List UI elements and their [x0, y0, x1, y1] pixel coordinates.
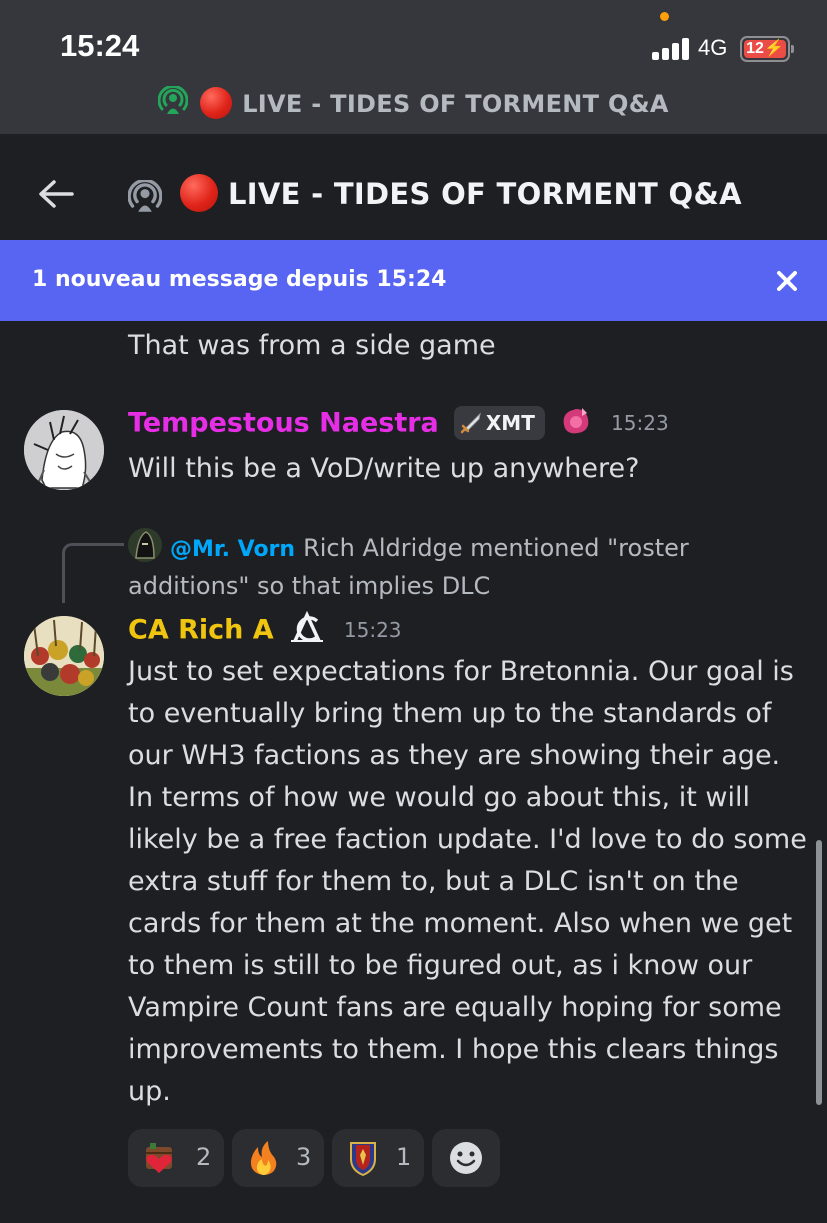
new-messages-text: 1 nouveau message depuis 15:24 — [32, 267, 447, 292]
timestamp: 15:23 — [611, 411, 669, 435]
message-content: Will this be a VoD/write up anywhere? — [128, 453, 640, 484]
server-tag-text: XMT — [485, 411, 535, 435]
stage-channel-icon — [128, 180, 162, 212]
live-stage-banner[interactable]: LIVE - TIDES OF TORMENT Q&A — [0, 86, 827, 119]
message-line: likely be a free faction update. I'd lov… — [128, 824, 807, 855]
add-reaction-icon — [450, 1142, 482, 1174]
message-line: In terms of how we would go about this, … — [128, 782, 750, 813]
message-content: That was from a side game — [128, 330, 496, 361]
channel-header: LIVE - TIDES OF TORMENT Q&A — [0, 134, 827, 240]
server-tag-badge[interactable]: XMT — [453, 406, 545, 440]
new-messages-banner[interactable]: 1 nouveau message depuis 15:24 — [0, 240, 827, 321]
battery-icon: 12⚡ — [740, 36, 794, 62]
reaction-count: 1 — [396, 1143, 412, 1171]
bretonnia-shield-emoji — [350, 1142, 376, 1177]
status-time: 15:24 — [60, 28, 140, 63]
network-type: 4G — [698, 35, 728, 60]
red-circle-icon — [180, 174, 218, 212]
timestamp: 15:23 — [343, 618, 402, 642]
message-header: Tempestous Naestra XMT 15:23 — [128, 405, 669, 445]
message-line: improvements to them. I hope this clears… — [128, 1034, 779, 1065]
add-reaction-button[interactable] — [432, 1129, 500, 1187]
message-header: CA Rich A 15:23 — [128, 610, 402, 651]
avatar[interactable] — [24, 616, 104, 696]
back-arrow-icon[interactable] — [36, 178, 76, 210]
reaction-bretonnia-shield[interactable]: 1 — [332, 1129, 424, 1187]
message-line: to eventually bring them up to the stand… — [128, 698, 772, 729]
reaction-count: 2 — [196, 1143, 212, 1171]
role-icon[interactable] — [560, 405, 592, 441]
message-line: extra stuff for them to, but a DLC isn't… — [128, 866, 739, 897]
reply-connector — [62, 543, 124, 603]
message-line: cards for them at the moment. Also when … — [128, 908, 793, 939]
scrollbar[interactable] — [816, 840, 822, 1105]
reply-avatar — [128, 528, 162, 562]
reply-preview[interactable]: @Mr. Vorn Rich Aldridge mentioned "roster… — [128, 528, 728, 604]
stage-channel-icon — [158, 86, 189, 114]
reaction-heart-chest[interactable]: 2 — [128, 1129, 224, 1187]
user-avatar-image — [24, 616, 104, 696]
user-avatar-image — [24, 410, 104, 490]
channel-title[interactable]: LIVE - TIDES OF TORMENT Q&A — [180, 174, 742, 212]
message-line: our WH3 factions as they are showing the… — [128, 740, 781, 771]
heart-chest-emoji — [146, 1143, 172, 1173]
reaction-count: 3 — [296, 1143, 312, 1171]
channel-title-text: LIVE - TIDES OF TORMENT Q&A — [228, 177, 742, 211]
author-name[interactable]: Tempestous Naestra — [128, 408, 439, 439]
author-name[interactable]: CA Rich A — [128, 615, 274, 646]
status-bar: 15:24 4G 12⚡ LIVE - TIDES OF TORMENT Q&A — [0, 0, 827, 134]
message-line: Just to set expectations for Bretonnia. … — [128, 656, 794, 687]
close-icon[interactable] — [774, 268, 800, 294]
battery-level: 12⚡ — [744, 40, 786, 58]
message-line: Vampire Count fans are equally hoping fo… — [128, 992, 782, 1023]
reaction-fire[interactable]: 3 — [232, 1129, 324, 1187]
reply-mention[interactable]: @Mr. Vorn — [170, 537, 295, 562]
message-content: Just to set expectations for Bretonnia. … — [128, 651, 808, 1113]
avatar[interactable] — [24, 410, 104, 490]
creative-assembly-icon[interactable] — [289, 610, 325, 649]
sword-icon — [460, 412, 481, 434]
red-circle-icon — [200, 87, 233, 119]
message-line: up. — [128, 1076, 171, 1107]
privacy-indicator-dot — [660, 12, 669, 21]
live-stage-title: LIVE - TIDES OF TORMENT Q&A — [242, 90, 669, 118]
fire-emoji — [250, 1141, 277, 1175]
message-line: to them is still to be figured out, as i… — [128, 950, 753, 981]
signal-icon — [652, 38, 690, 60]
